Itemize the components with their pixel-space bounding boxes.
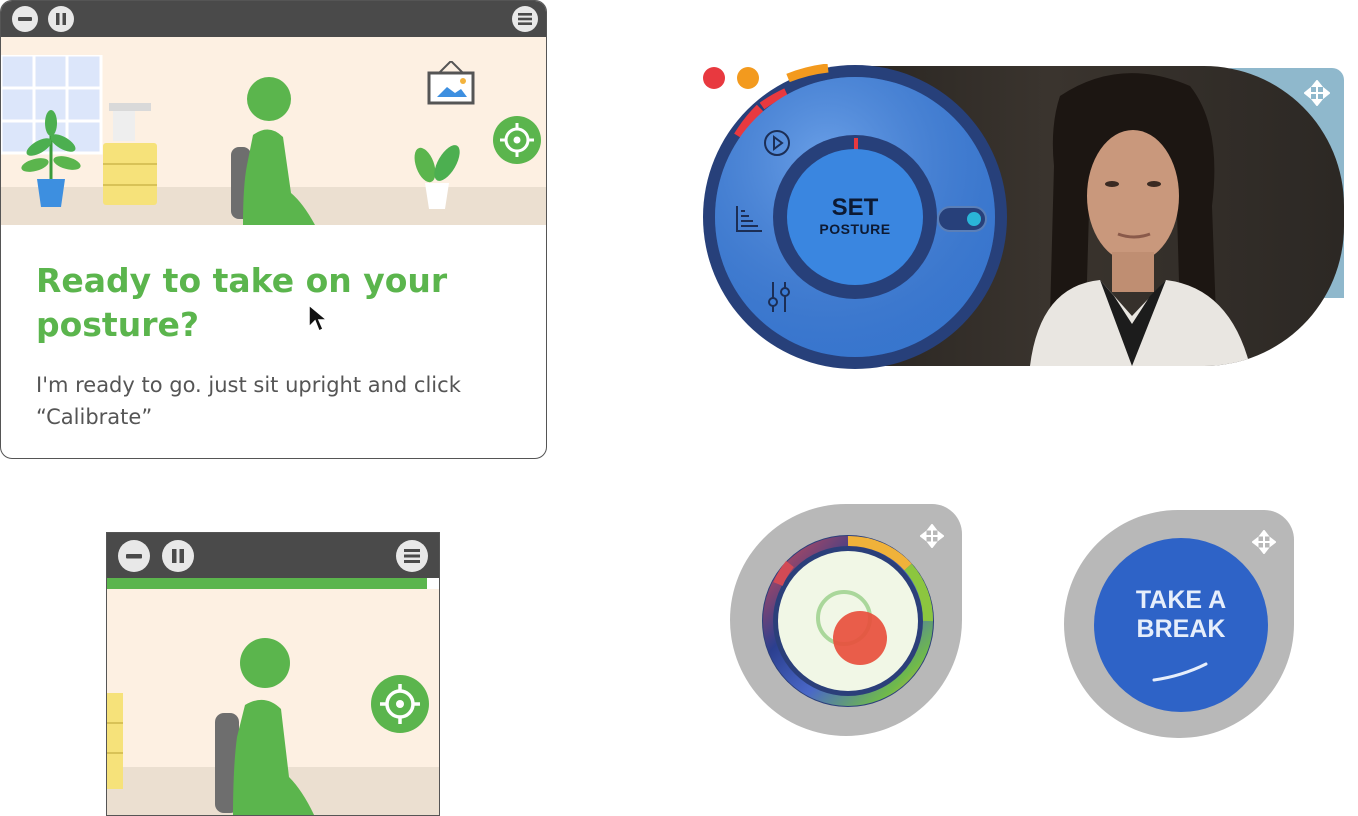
toggle-knob	[967, 212, 981, 226]
instruction-text: I'm ready to go. just sit upright and cl…	[36, 373, 461, 429]
move-icon[interactable]	[920, 524, 944, 548]
pause-icon[interactable]	[48, 6, 74, 32]
picture-frame-illustration	[427, 61, 475, 105]
calibrate-target-icon[interactable]	[493, 116, 541, 164]
move-icon[interactable]	[1252, 530, 1276, 554]
mouse-cursor-icon	[308, 303, 329, 333]
settings-sliders-icon[interactable]	[764, 280, 794, 314]
office-illustration	[107, 589, 439, 815]
intro-window: Ready to take on your posture? I'm ready…	[0, 0, 547, 459]
smile-icon	[1152, 662, 1208, 682]
break-line1: TAKE A	[1135, 586, 1227, 614]
calibrate-target-icon[interactable]	[371, 675, 429, 733]
set-posture-line2: POSTURE	[819, 221, 891, 237]
seated-person-illustration	[215, 638, 315, 815]
minimize-icon[interactable]	[118, 540, 150, 572]
cabinet-illustration	[107, 693, 123, 789]
progress-bar-fill	[107, 578, 427, 589]
menu-icon[interactable]	[512, 6, 538, 32]
posture-gauge-widget	[730, 504, 962, 736]
break-widget: TAKE A BREAK	[1064, 510, 1294, 738]
mini-window	[106, 532, 440, 816]
progress-bar	[107, 578, 427, 589]
window-titlebar	[107, 533, 439, 578]
office-illustration	[1, 37, 546, 225]
take-a-break-button[interactable]: TAKE A BREAK	[1094, 538, 1268, 712]
break-line2: BREAK	[1136, 615, 1226, 643]
camera-widget: SET POSTURE	[700, 60, 1346, 372]
pause-icon[interactable]	[162, 540, 194, 572]
set-posture-line1: SET	[831, 194, 879, 221]
minimize-icon[interactable]	[12, 6, 38, 32]
set-posture-button[interactable]: SET POSTURE	[787, 149, 923, 285]
cabinet-illustration	[103, 103, 157, 205]
plant-illustration	[21, 110, 81, 207]
seated-person-illustration	[231, 77, 315, 225]
move-icon[interactable]	[1304, 80, 1330, 106]
play-icon[interactable]	[762, 128, 792, 158]
plant-illustration-right	[414, 145, 460, 209]
camera-toggle[interactable]	[937, 206, 987, 232]
stats-icon[interactable]	[734, 204, 764, 234]
page-title: Ready to take on your posture?	[36, 261, 448, 344]
menu-icon[interactable]	[396, 540, 428, 572]
window-titlebar	[1, 1, 546, 37]
